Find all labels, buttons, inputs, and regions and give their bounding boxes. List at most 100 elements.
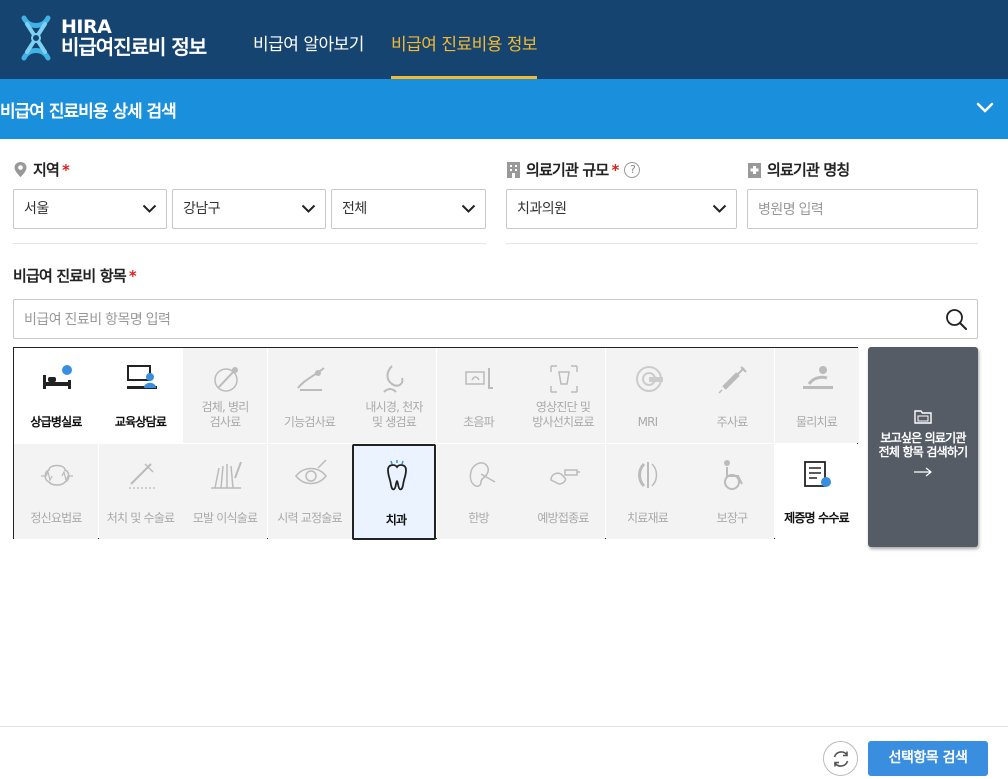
- eye-icon: [294, 459, 327, 485]
- category-label-line2: 방사선치료료: [532, 415, 594, 429]
- physical-therapy-icon: [802, 366, 833, 389]
- counseling-icon: [126, 365, 157, 389]
- search-all-items-button[interactable]: 보고싶은 의료기관 전체 항목 검색하기: [868, 347, 978, 547]
- items-label-text: 비급여 진료비 항목: [13, 267, 127, 285]
- hair-transplant-icon: [211, 461, 242, 489]
- category-item[interactable]: 물리치료: [774, 348, 859, 443]
- reset-button[interactable]: [823, 741, 858, 776]
- refresh-icon: [833, 751, 849, 767]
- region-sido-value: 서울: [24, 201, 49, 217]
- category-item[interactable]: 시력 교정술료: [267, 444, 352, 539]
- hospital-bed-icon: [43, 365, 72, 389]
- institution-scale-select[interactable]: 치과의원: [506, 189, 737, 229]
- location-pin-icon: [14, 162, 27, 177]
- category-label: 정신요법료: [30, 511, 82, 525]
- category-label: 물리치료: [796, 415, 838, 429]
- acupuncture-ear-icon: [469, 462, 495, 487]
- region-label-text: 지역: [33, 161, 60, 179]
- category-grid: 상급병실료교육상담료 검체, 병리 검사료 기능검사료 내시경, 천자 및 생검료초음파 영…: [13, 347, 859, 540]
- wheelchair-icon: [724, 460, 743, 490]
- treatment-material-icon: [637, 462, 657, 488]
- institution-scale-value: 치과의원: [517, 201, 567, 217]
- category-item[interactable]: 한방: [436, 444, 521, 539]
- hira-logo[interactable]: HIRA 비급여진료비 정보: [19, 14, 207, 62]
- detail-search-title: 비급여 진료비용 상세 검색: [0, 102, 177, 122]
- category-item[interactable]: MRI: [605, 348, 690, 443]
- category-item[interactable]: 내시경, 천자 및 생검료: [352, 348, 436, 443]
- category-label: 내시경, 천자: [365, 400, 423, 414]
- tooth-icon: [387, 460, 407, 491]
- category-item[interactable]: 교육상담료: [98, 348, 183, 443]
- syringe-icon: [718, 366, 747, 394]
- top-header: HIRA 비급여진료비 정보 비급여 알아보기 비급여 진료비용 정보: [0, 0, 1008, 79]
- mri-icon: [635, 366, 663, 392]
- chevron-down-icon: [142, 204, 157, 213]
- category-label: 치료재료: [627, 511, 669, 525]
- surgery-icon: [128, 463, 155, 489]
- institution-scale-label: 의료기관 규모 * ?: [506, 159, 641, 180]
- category-label-line2: 검사료: [209, 415, 242, 429]
- category-item[interactable]: 검체, 병리 검사료: [183, 348, 267, 443]
- divider: [13, 243, 486, 244]
- certificate-icon: [803, 461, 831, 487]
- folder-icon: [914, 410, 932, 424]
- category-item[interactable]: 보장구: [690, 444, 774, 539]
- category-item[interactable]: 제증명 수수료: [774, 444, 859, 539]
- item-name-search-input[interactable]: 비급여 진료비 항목명 입력: [13, 299, 978, 339]
- category-item[interactable]: 주사료: [690, 348, 774, 443]
- nav-about-noncovered[interactable]: 비급여 알아보기: [253, 0, 364, 79]
- region-dong-value: 전체: [342, 201, 367, 217]
- category-label: 영상진단 및: [535, 400, 591, 414]
- category-item[interactable]: 상급병실료: [14, 348, 98, 443]
- category-item[interactable]: 치료재료: [605, 444, 690, 539]
- items-label: 비급여 진료비 항목 *: [13, 265, 137, 286]
- category-item[interactable]: 초음파: [436, 348, 521, 443]
- category-item[interactable]: 기능검사료: [267, 348, 352, 443]
- building-icon: [507, 162, 520, 178]
- detail-search-bar[interactable]: 비급여 진료비용 상세 검색: [0, 79, 1008, 139]
- logo-subtitle: 비급여진료비 정보: [61, 35, 207, 60]
- footer-divider: [0, 726, 1008, 727]
- specimen-icon: [214, 367, 238, 392]
- category-label: MRI: [637, 415, 659, 429]
- institution-scale-label-text: 의료기관 규모: [526, 161, 609, 179]
- category-label: 모발 이식술료: [192, 511, 258, 525]
- region-sigungu-select[interactable]: 강남구: [172, 189, 326, 229]
- category-label: 시력 교정술료: [277, 511, 342, 525]
- nav-noncovered-cost-info[interactable]: 비급여 진료비용 정보: [391, 0, 538, 79]
- chevron-down-icon: [712, 204, 727, 213]
- category-item[interactable]: 정신요법료: [14, 444, 98, 539]
- xray-icon: [550, 365, 578, 393]
- region-sido-select[interactable]: 서울: [13, 189, 167, 229]
- required-mark: *: [62, 160, 70, 179]
- category-item[interactable]: 예방접종료: [521, 444, 605, 539]
- category-label: 초음파: [463, 415, 495, 429]
- institution-name-label: 의료기관 명칭: [747, 159, 850, 180]
- category-item[interactable]: 치과: [352, 444, 436, 540]
- chevron-down-icon: [301, 204, 316, 213]
- arrow-right-icon: [914, 467, 932, 477]
- divider: [506, 243, 978, 244]
- item-name-placeholder: 비급여 진료비 항목명 입력: [24, 311, 171, 327]
- hospital-icon: [748, 163, 761, 178]
- chevron-down-icon: [461, 204, 476, 213]
- category-item[interactable]: 처치 및 수술료: [98, 444, 183, 539]
- function-test-icon: [296, 367, 325, 391]
- search-icon[interactable]: [945, 308, 967, 330]
- required-mark: *: [128, 266, 137, 285]
- required-mark: *: [611, 160, 619, 179]
- endoscope-icon: [383, 365, 404, 393]
- chevron-down-icon[interactable]: [976, 101, 994, 115]
- region-dong-select[interactable]: 전체: [331, 189, 486, 229]
- category-item[interactable]: 모발 이식술료: [183, 444, 267, 539]
- search-all-line2: 전체 항목 검색하기: [878, 445, 968, 459]
- category-label: 보장구: [716, 511, 749, 525]
- search-selected-button[interactable]: 선택항목 검색: [868, 741, 988, 776]
- category-label: 교육상담료: [114, 415, 167, 429]
- hospital-name-input[interactable]: 병원명 입력: [747, 189, 978, 229]
- category-item[interactable]: 영상진단 및 방사선치료료: [521, 348, 605, 443]
- category-label: 한방: [468, 511, 489, 525]
- help-icon[interactable]: ?: [624, 161, 641, 178]
- vaccine-icon: [550, 469, 580, 485]
- brain-icon: [41, 464, 73, 486]
